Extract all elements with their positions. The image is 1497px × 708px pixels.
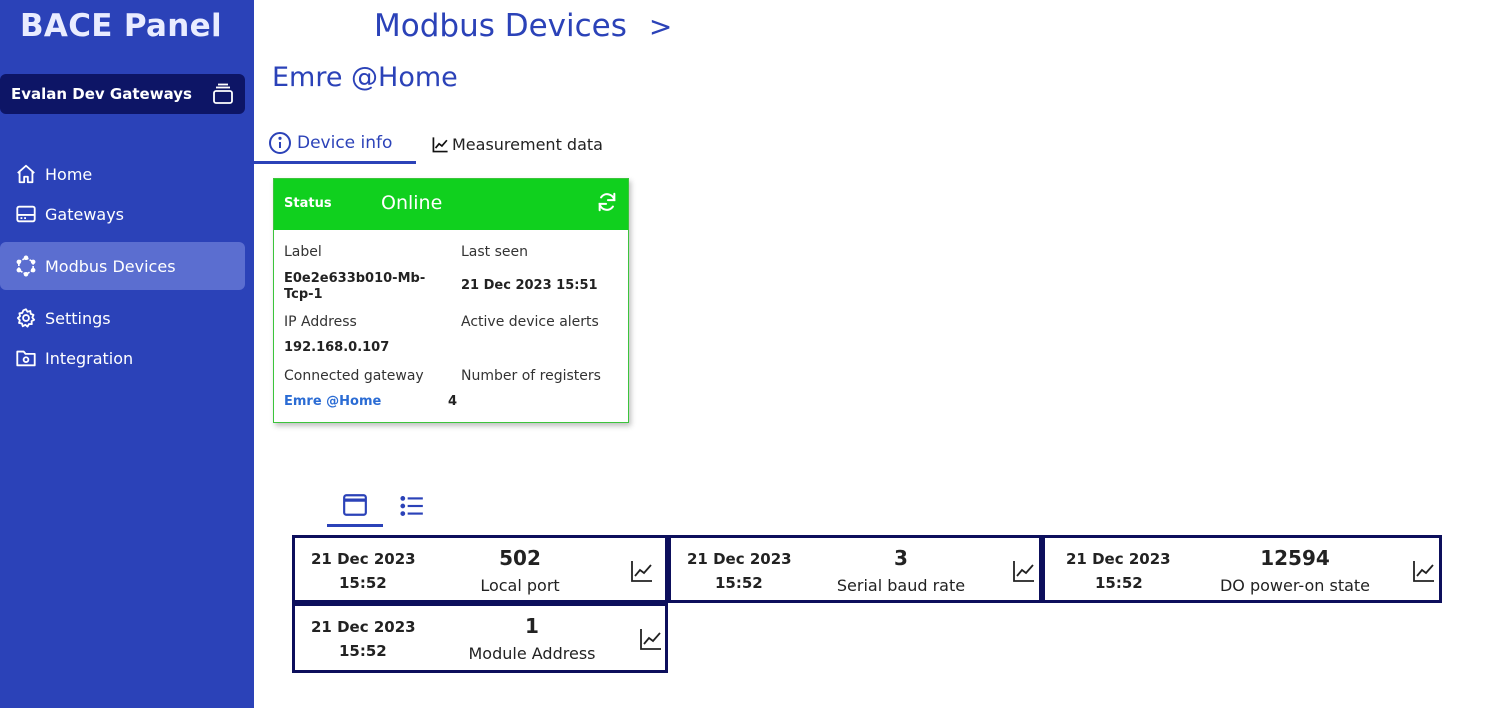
sidebar-item-label: Integration [45,348,134,368]
refresh-icon[interactable] [596,191,618,213]
status-label: Status [284,196,332,211]
tile-time: 15:52 [715,574,763,592]
gear-icon [16,308,36,328]
tile-value: 12594 [1260,546,1330,570]
ip-value: 192.168.0.107 [284,340,390,355]
hexagon-icon [16,255,36,277]
tab-label: Device info [297,132,393,153]
list-view-toggle[interactable] [384,485,440,527]
server-icon [16,205,36,223]
tile-name: Serial baud rate [836,576,966,595]
tile-value: 1 [525,614,539,638]
tile-value: 3 [894,546,908,570]
tab-label: Measurement data [452,134,603,154]
brand-title: BACE Panel [20,8,222,44]
info-icon [269,131,291,154]
tile-time: 15:52 [339,642,387,660]
sidebar-item-home[interactable]: Home [0,154,245,194]
registers-value: 4 [448,394,458,409]
tile-view-toggle[interactable] [327,485,383,527]
gateway-title: Connected gateway [284,368,424,384]
tile-date: 21 Dec 2023 [1066,550,1171,568]
alerts-title: Active device alerts [461,314,599,330]
tile-name: Module Address [468,644,596,663]
folder-gear-icon [16,350,36,367]
label-field-value: E0e2e633b010-Mb-Tcp-1 [284,271,426,302]
status-header: Status Online [274,179,628,230]
status-badge: Online [381,192,443,214]
register-tile: 21 Dec 2023 15:52 1 Module Address [292,603,668,673]
stack-icon[interactable] [211,82,235,106]
line-chart-icon[interactable] [1412,559,1436,583]
line-chart-icon[interactable] [630,559,654,583]
registers-title: Number of registers [461,368,601,384]
sidebar-item-label: Home [45,164,93,184]
tile-time: 15:52 [1095,574,1143,592]
tile-time: 15:52 [339,574,387,592]
page-title: Modbus Devices > [374,8,672,44]
sidebar: BACE Panel Evalan Dev Gateways Home Gate… [0,0,254,708]
line-chart-icon[interactable] [1012,559,1036,583]
tile-name: Local port [480,576,560,595]
tab-measurement-data[interactable]: Measurement data [432,124,603,164]
register-tile: 21 Dec 2023 15:52 3 Serial baud rate [668,535,1042,603]
line-chart-icon [432,136,448,152]
sidebar-item-label: Gateways [45,204,125,224]
gateway-group-selector[interactable]: Evalan Dev Gateways [0,74,245,114]
tile-date: 21 Dec 2023 [311,550,416,568]
last-seen-value: 21 Dec 2023 15:51 [461,278,598,293]
label-field-title: Label [284,244,322,260]
window-icon [343,493,367,516]
list-icon [400,496,423,516]
device-subtitle: Emre @Home [272,62,458,93]
register-tile: 21 Dec 2023 15:52 502 Local port [292,535,668,603]
register-tile: 21 Dec 2023 15:52 12594 DO power-on stat… [1042,535,1442,603]
sidebar-item-gateways[interactable]: Gateways [0,194,245,234]
tab-device-info[interactable]: Device info [254,124,416,164]
sidebar-item-settings[interactable]: Settings [0,298,245,338]
device-status-card: Status Online Label E0e2e633b010-Mb-Tcp-… [273,178,629,423]
sidebar-item-modbus-devices[interactable]: Modbus Devices [0,242,245,290]
sidebar-item-label: Settings [45,308,111,328]
breadcrumb-separator: > [648,10,673,43]
tile-date: 21 Dec 2023 [311,618,416,636]
tile-name: DO power-on state [1219,576,1371,595]
home-icon [17,164,35,184]
gateway-link[interactable]: Emre @Home [284,394,381,410]
ip-title: IP Address [284,314,357,330]
line-chart-icon[interactable] [639,627,663,651]
last-seen-title: Last seen [461,244,529,260]
sidebar-item-integration[interactable]: Integration [0,338,245,378]
tile-value: 502 [499,546,541,570]
gateway-group-label: Evalan Dev Gateways [11,85,192,103]
tile-date: 21 Dec 2023 [687,550,792,568]
sidebar-item-label: Modbus Devices [45,256,176,276]
page-title-text: Modbus Devices [374,8,627,44]
